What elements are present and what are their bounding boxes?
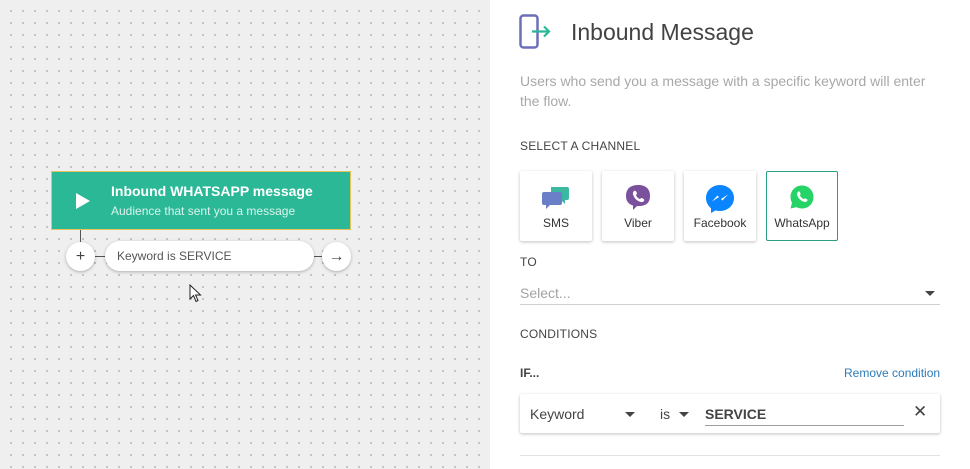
channel-label: SMS [542, 216, 569, 230]
input-underline [705, 425, 904, 426]
connector-line [95, 256, 105, 257]
condition-operator-select[interactable]: is [660, 406, 670, 422]
viber-icon [626, 185, 650, 210]
channel-label: Viber [624, 216, 652, 230]
chevron-down-icon [925, 291, 935, 296]
channel-viber[interactable]: Viber [602, 171, 674, 241]
connector-line [314, 256, 322, 257]
select-channel-label: SELECT A CHANNEL [520, 139, 641, 153]
plus-icon: + [75, 247, 86, 265]
whatsapp-icon [790, 185, 814, 209]
connector-line [80, 230, 81, 242]
messenger-icon [706, 185, 734, 213]
play-icon [76, 193, 90, 209]
chevron-down-icon[interactable] [679, 412, 689, 417]
node-title: Inbound WHATSAPP message [111, 183, 313, 199]
channel-label: Facebook [693, 216, 747, 230]
flow-canvas[interactable]: Inbound WHATSAPP message Audience that s… [0, 0, 490, 469]
conditions-label: CONDITIONS [520, 327, 598, 341]
properties-panel: Inbound Message Users who send you a mes… [490, 0, 970, 469]
channel-facebook[interactable]: Facebook [684, 171, 756, 241]
condition-row: Keyword is SERVICE ✕ [520, 394, 940, 433]
channel-whatsapp[interactable]: WhatsApp [766, 171, 838, 241]
channel-sms[interactable]: SMS [520, 171, 592, 241]
next-step-button[interactable]: → [322, 242, 351, 271]
sms-icon [542, 187, 569, 209]
panel-title: Inbound Message [571, 19, 754, 45]
condition-field-select[interactable]: Keyword [530, 406, 584, 422]
to-label: TO [520, 255, 537, 269]
panel-description: Users who send you a message with a spec… [520, 73, 926, 109]
arrow-right-icon: → [328, 247, 345, 265]
node-subtitle: Audience that sent you a message [111, 204, 296, 218]
channel-label: WhatsApp [774, 216, 830, 230]
if-label: IF... [520, 366, 540, 380]
condition-pill[interactable]: Keyword is SERVICE [105, 241, 314, 271]
remove-condition-link[interactable]: Remove condition [844, 366, 940, 380]
inbound-message-node[interactable]: Inbound WHATSAPP message Audience that s… [51, 171, 351, 230]
to-select-placeholder: Select... [520, 285, 571, 301]
inbound-message-icon [519, 14, 551, 49]
to-select[interactable]: Select... [520, 282, 940, 305]
mouse-cursor-icon [189, 284, 202, 303]
divider [520, 455, 940, 456]
condition-value-input[interactable]: SERVICE [705, 406, 766, 422]
chevron-down-icon[interactable] [625, 412, 635, 417]
close-icon[interactable]: ✕ [913, 402, 927, 422]
add-step-button[interactable]: + [66, 242, 95, 271]
